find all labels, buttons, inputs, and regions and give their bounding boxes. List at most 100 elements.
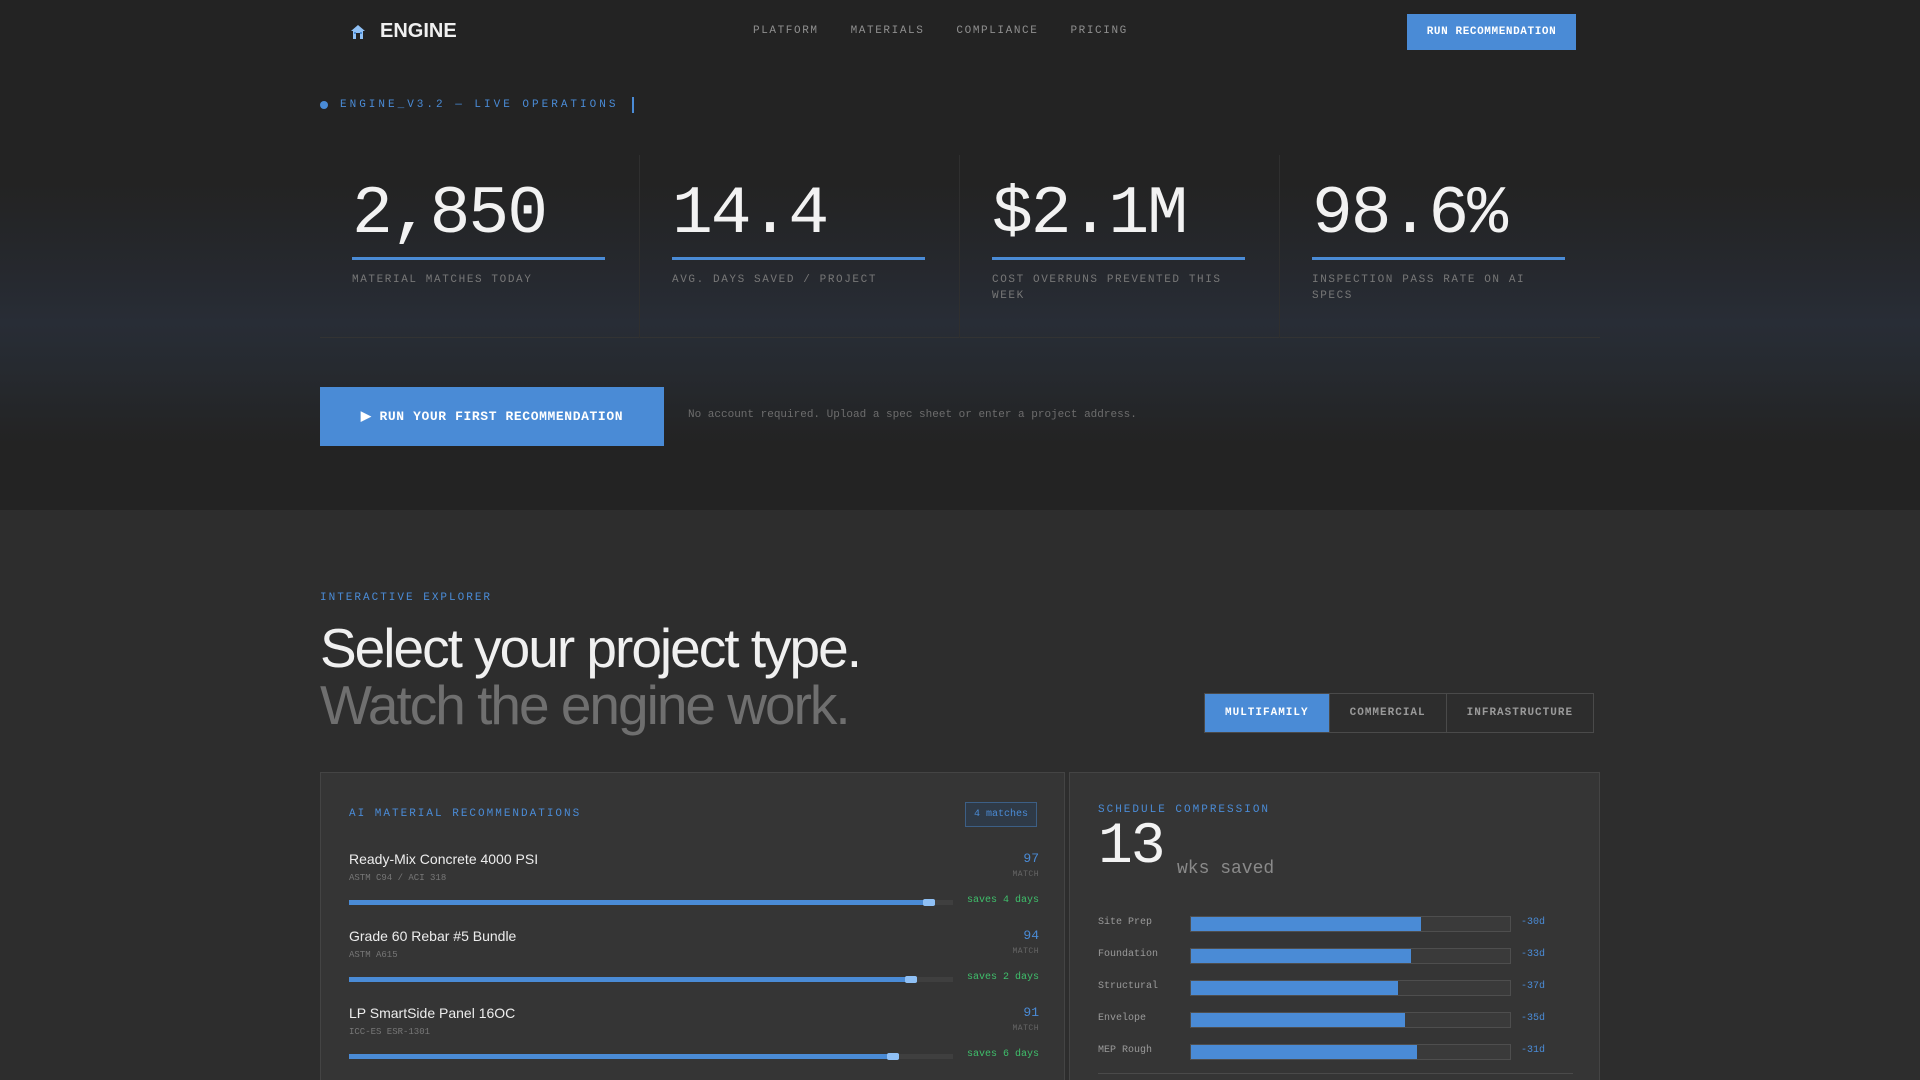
match-bar <box>349 899 953 906</box>
stat-value: $2.1M <box>992 176 1188 253</box>
tab-multifamily[interactable]: MULTIFAMILY <box>1205 694 1330 732</box>
phase-delta: -33d <box>1521 949 1546 960</box>
phase-bar-fill <box>1191 981 1399 995</box>
live-dot-icon <box>320 101 328 109</box>
explorer-section: INTERACTIVE EXPLORER Select your project… <box>0 510 1920 1080</box>
section-headline: Select your project type. <box>320 617 862 679</box>
weeks-saved-value: 13 <box>1098 815 1166 880</box>
phase-bar-fill <box>1191 949 1412 963</box>
nav-links: PLATFORM MATERIALS COMPLIANCE PRICING <box>753 25 1160 37</box>
phase-bar <box>1190 1044 1511 1060</box>
phase-bar-fill <box>1191 1013 1405 1027</box>
nav-link-pricing[interactable]: PRICING <box>1070 25 1127 37</box>
phase-bar <box>1190 1012 1511 1028</box>
cursor-icon <box>632 97 635 113</box>
house-icon <box>351 24 365 39</box>
phase-row: Site Prep -30d <box>1098 916 1548 932</box>
tab-commercial[interactable]: COMMERCIAL <box>1330 694 1447 732</box>
recommendations-title: AI MATERIAL RECOMMENDATIONS <box>349 808 582 820</box>
section-eyebrow: INTERACTIVE EXPLORER <box>320 592 493 604</box>
match-score: 91 <box>1023 1005 1039 1020</box>
match-score: 94 <box>1023 928 1039 943</box>
material-spec: ICC-ES ESR-1301 <box>349 1027 431 1037</box>
stat-card: 2,850 MATERIAL MATCHES TODAY <box>320 155 640 338</box>
play-icon: ▶ <box>360 409 372 424</box>
match-score-label: MATCH <box>1012 947 1039 956</box>
stat-card: $2.1M COST OVERRUNS PREVENTED THIS WEEK <box>960 155 1280 338</box>
match-bar-knob <box>886 1053 899 1060</box>
phase-delta: -31d <box>1521 1045 1546 1056</box>
stat-card: 14.4 AVG. DAYS SAVED / PROJECT <box>640 155 960 338</box>
material-name: Ready-Mix Concrete 4000 PSI <box>349 851 539 867</box>
phase-label: Site Prep <box>1098 917 1153 928</box>
hero-note: No account required. Upload a spec sheet… <box>688 409 1137 421</box>
stat-value: 2,850 <box>352 176 548 253</box>
stat-underline <box>352 257 605 260</box>
schedule-panel: SCHEDULE COMPRESSION 13 wks saved Site P… <box>1069 772 1600 1080</box>
hero-cta-label: RUN YOUR FIRST RECOMMENDATION <box>379 409 624 424</box>
match-score-label: MATCH <box>1012 870 1039 879</box>
stat-card: 98.6% INSPECTION PASS RATE ON AI SPECS <box>1280 155 1600 338</box>
phase-bar-fill <box>1191 917 1421 931</box>
phase-row: Envelope -35d <box>1098 1012 1548 1028</box>
stat-label: AVG. DAYS SAVED / PROJECT <box>672 274 878 286</box>
phase-row: Structural -37d <box>1098 980 1548 996</box>
brand-logo[interactable]: ENGINE <box>350 20 457 43</box>
stat-label: COST OVERRUNS PREVENTED THIS WEEK <box>992 274 1222 302</box>
phase-delta: -30d <box>1521 917 1546 928</box>
brand-name: ENGINE <box>380 20 457 42</box>
stats-row: 2,850 MATERIAL MATCHES TODAY 14.4 AVG. D… <box>320 155 1600 338</box>
recommendations-panel: AI MATERIAL RECOMMENDATIONS 4 matches Re… <box>320 772 1065 1080</box>
material-spec: ASTM A615 <box>349 950 398 960</box>
matches-badge: 4 matches <box>965 802 1037 827</box>
stat-value: 98.6% <box>1312 176 1508 253</box>
phase-bar-fill <box>1191 1045 1418 1059</box>
match-score-label: MATCH <box>1012 1024 1039 1033</box>
match-bar-knob <box>922 899 935 906</box>
stat-label: MATERIAL MATCHES TODAY <box>352 274 533 286</box>
weeks-saved-unit: wks saved <box>1177 859 1275 879</box>
status-text: ENGINE_V3.2 — LIVE OPERATIONS <box>340 99 619 111</box>
match-bar <box>349 976 953 983</box>
savings-text: saves 6 days <box>966 1049 1039 1060</box>
recommendation-item[interactable]: LP SmartSide Panel 16OC ICC-ES ESR-1301 … <box>349 1005 1039 1075</box>
phase-delta: -35d <box>1521 1013 1546 1024</box>
phase-row: MEP Rough -31d <box>1098 1044 1548 1060</box>
project-type-tabs: MULTIFAMILY COMMERCIAL INFRASTRUCTURE <box>1204 693 1595 733</box>
phase-label: Foundation <box>1098 949 1159 960</box>
recommendation-item[interactable]: Ready-Mix Concrete 4000 PSI ASTM C94 / A… <box>349 851 1039 921</box>
savings-text: saves 4 days <box>966 895 1039 906</box>
nav-link-materials[interactable]: MATERIALS <box>851 25 925 37</box>
phase-delta: -37d <box>1521 981 1546 992</box>
phase-bar <box>1190 980 1511 996</box>
match-bar-fill <box>349 1054 899 1059</box>
nav-link-platform[interactable]: PLATFORM <box>753 25 819 37</box>
match-bar-fill <box>349 900 935 905</box>
material-spec: ASTM C94 / ACI 318 <box>349 873 447 883</box>
panel-divider <box>1098 1073 1573 1074</box>
recommendation-item[interactable]: Grade 60 Rebar #5 Bundle ASTM A615 94 MA… <box>349 928 1039 998</box>
section-subheadline: Watch the engine work. <box>320 674 851 736</box>
run-first-recommendation-button[interactable]: ▶ RUN YOUR FIRST RECOMMENDATION <box>320 387 664 446</box>
material-name: LP SmartSide Panel 16OC <box>349 1005 516 1021</box>
savings-text: saves 2 days <box>966 972 1039 983</box>
phase-bar <box>1190 916 1511 932</box>
match-bar <box>349 1053 953 1060</box>
nav-link-compliance[interactable]: COMPLIANCE <box>956 25 1038 37</box>
match-bar-knob <box>904 976 917 983</box>
phase-label: Structural <box>1098 981 1159 992</box>
status-line: ENGINE_V3.2 — LIVE OPERATIONS <box>320 97 635 113</box>
stat-value: 14.4 <box>672 176 829 253</box>
stat-underline <box>672 257 925 260</box>
stat-underline <box>992 257 1245 260</box>
phase-label: MEP Rough <box>1098 1045 1153 1056</box>
phase-label: Envelope <box>1098 1013 1147 1024</box>
tab-infrastructure[interactable]: INFRASTRUCTURE <box>1447 694 1593 732</box>
match-bar-fill <box>349 977 917 982</box>
phase-bar <box>1190 948 1511 964</box>
material-name: Grade 60 Rebar #5 Bundle <box>349 928 517 944</box>
stat-underline <box>1312 257 1565 260</box>
run-recommendation-button[interactable]: RUN RECOMMENDATION <box>1407 14 1576 50</box>
match-score: 97 <box>1023 851 1039 866</box>
top-nav: ENGINE PLATFORM MATERIALS COMPLIANCE PRI… <box>0 0 1920 64</box>
